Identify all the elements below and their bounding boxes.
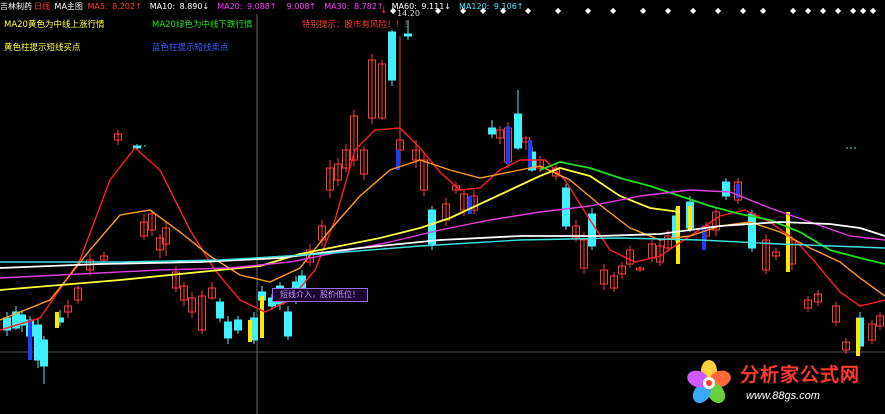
top-marker: ◆: [760, 6, 767, 15]
top-marker: ◆: [435, 6, 442, 15]
sell-signal-bar: [528, 140, 532, 168]
top-marker: ◆: [715, 6, 722, 15]
buy-signal-bar: [676, 206, 680, 264]
top-marker: ◆: [390, 6, 397, 15]
candle-body: [234, 319, 242, 331]
top-marker: ◆: [820, 6, 827, 15]
top-marker: ◆: [500, 6, 507, 15]
top-marker: ◆: [740, 6, 747, 15]
site-logo: 分析家公式网 www.88gs.com: [684, 356, 879, 410]
sell-signal-bar: [702, 226, 706, 250]
sell-signal-bar: [28, 320, 32, 360]
buy-signal-bar: [248, 320, 252, 342]
top-marker: ◆: [555, 6, 562, 15]
logo-url[interactable]: www.88gs.com: [746, 390, 820, 402]
top-marker: ◆: [835, 6, 842, 15]
top-marker: ◆: [640, 6, 647, 15]
top-marker: ◆: [860, 6, 867, 15]
candle-body: [514, 113, 522, 149]
buy-signal-bar: [688, 206, 692, 230]
top-marker: ◆: [585, 6, 592, 15]
top-marker: ◆: [665, 6, 672, 15]
candle-body: [40, 339, 48, 367]
top-marker: ◆: [870, 6, 877, 15]
buy-signal-bar: [55, 312, 59, 328]
top-marker: ◆: [460, 6, 467, 15]
top-marker: ◆: [480, 6, 487, 15]
candle-body: [216, 301, 224, 319]
sell-signal-bar: [468, 196, 472, 214]
top-marker: ↓: [380, 6, 388, 16]
candle-body: [388, 31, 396, 81]
candle-body: [488, 127, 496, 135]
buy-signal-bar: [260, 296, 264, 338]
candle-body: [562, 187, 570, 227]
stock-chart-window[interactable]: 吉林制药 日线 MA主图 MA5: 8.202↑ MA10: 8.890↓ MA20:…: [0, 0, 885, 414]
top-marker: ◆: [690, 6, 697, 15]
candle-body: [404, 33, 412, 37]
top-marker: ◆: [610, 6, 617, 15]
top-marker: ◆: [805, 6, 812, 15]
candle-body: [722, 181, 730, 197]
top-marker: ◆: [525, 6, 532, 15]
candle-body: [428, 209, 436, 245]
buy-signal-bar: [856, 318, 860, 356]
candle-body: [224, 321, 232, 339]
logo-title: 分析家公式网: [740, 364, 861, 386]
top-marker: ◆: [850, 6, 857, 15]
flower-logo-icon: [687, 360, 731, 404]
candlestick-plot[interactable]: ◆ ◆ ◆ ◆ ◆ ◆ ◆ ◆ ◆ ◆ ◆ ◆ ◆ ◆ ◆ ◆ ◆ ◆ ◆ ◆ ◆ ◆↓: [0, 0, 885, 414]
sell-signal-bar: [506, 126, 510, 164]
buy-signal-bar: [786, 212, 790, 272]
top-marker: ◆: [790, 6, 797, 15]
candle-body: [284, 311, 292, 337]
signal-annotation: 短线介入，股价低位！: [272, 288, 368, 302]
